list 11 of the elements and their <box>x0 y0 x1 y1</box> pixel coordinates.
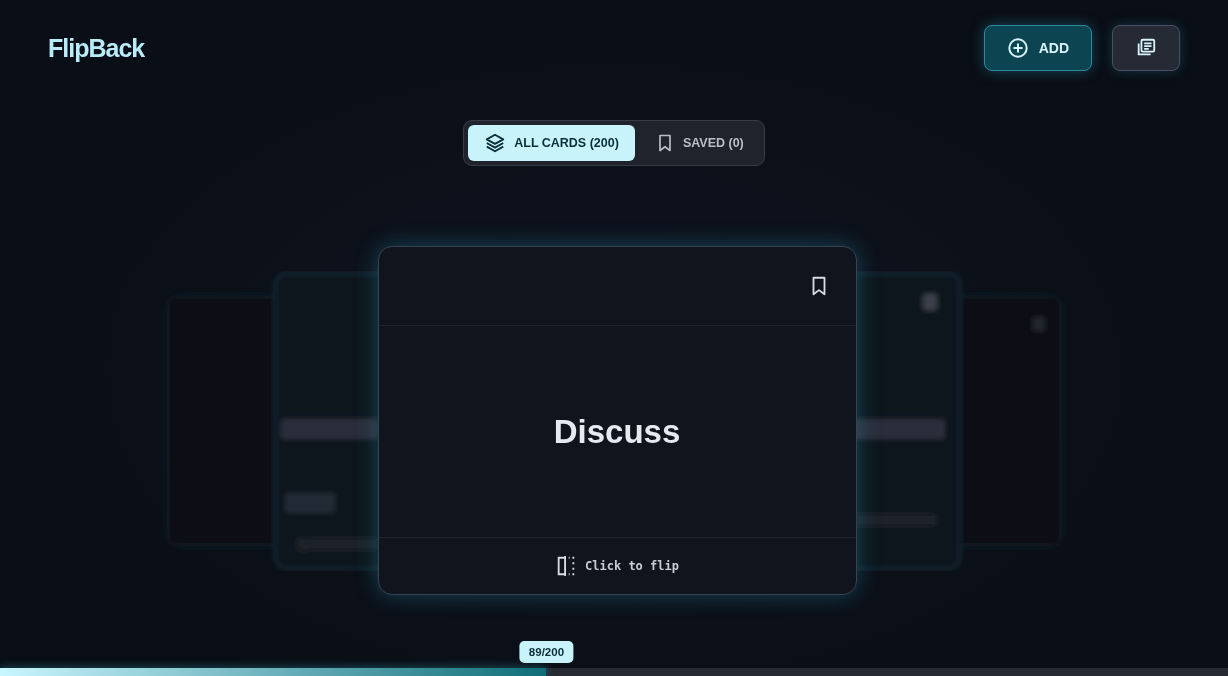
filter-tab[interactable]: ALL CARDS (200) <box>468 125 635 161</box>
filter-tab[interactable]: SAVED (0) <box>638 125 760 161</box>
card-word: Discuss <box>553 412 681 451</box>
layers-icon <box>484 132 507 154</box>
progress-label: 89/200 <box>519 641 574 663</box>
app-logo: FlipBack <box>48 33 145 63</box>
flashcard[interactable]: Discuss Click to flip <box>377 246 857 595</box>
flip-hint: Click to flip <box>585 559 679 573</box>
deck-button[interactable] <box>1112 25 1180 71</box>
plus-circle-icon <box>1006 37 1029 59</box>
add-button[interactable]: ADD <box>983 25 1092 71</box>
